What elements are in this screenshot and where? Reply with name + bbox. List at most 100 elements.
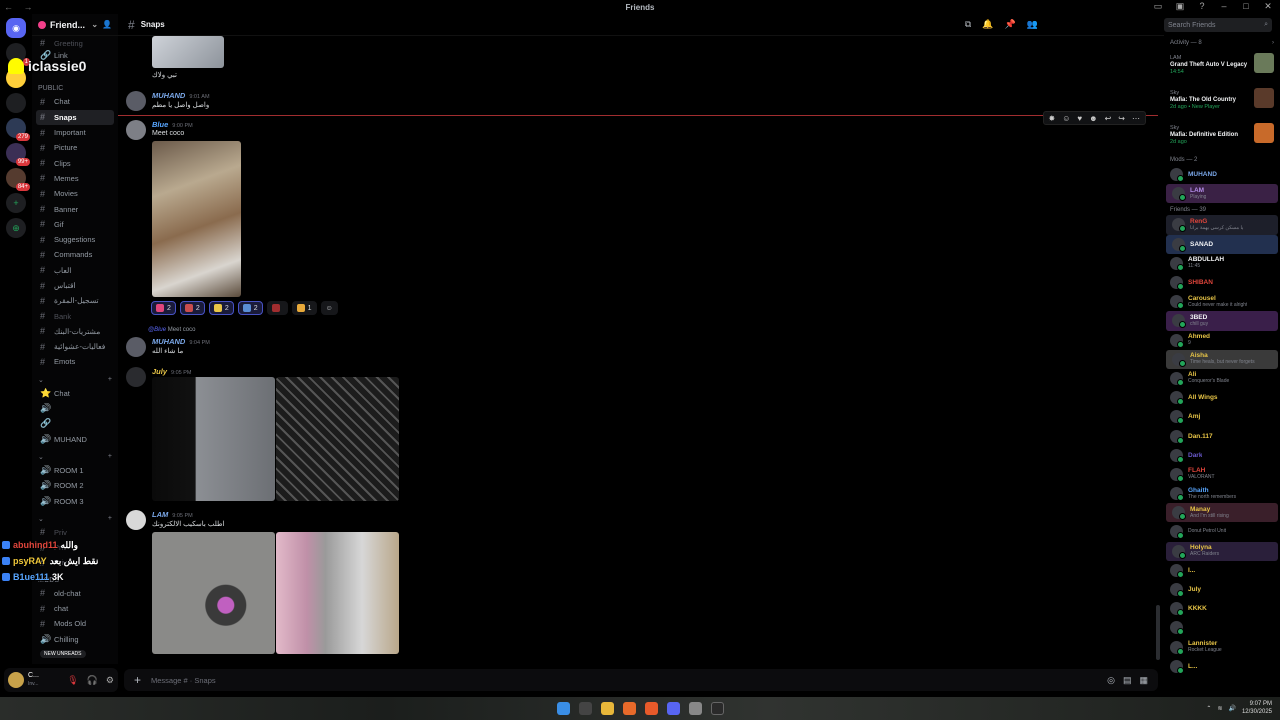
scrollbar[interactable] (1156, 605, 1160, 660)
channel-item[interactable]: # فعاليات-عشوائية (36, 339, 114, 354)
message-author[interactable]: July (152, 367, 167, 376)
emoji-icon[interactable]: ☺ (1062, 114, 1070, 123)
start-icon[interactable] (556, 702, 570, 715)
inbox-icon[interactable]: ▭ (1152, 1, 1164, 12)
member-item[interactable]: Amj (1164, 407, 1280, 426)
search-input[interactable]: Search Friends ⌕ (1164, 18, 1272, 32)
reply-icon[interactable]: ↩ (1105, 114, 1112, 123)
mute-mic-icon[interactable]: 🎙 (67, 675, 78, 686)
heart-icon[interactable]: ♥ (1077, 114, 1082, 123)
member-item[interactable]: FLAH VALORANT (1164, 465, 1280, 484)
channel-item[interactable]: # تسجيل-المقرة (36, 293, 114, 308)
activity-card[interactable]: Sky Mafia: The Old Country 2d ago • New Pl… (1164, 83, 1280, 118)
pin-icon[interactable]: 📌 (1005, 19, 1016, 30)
channel-item[interactable]: # Important (36, 125, 114, 140)
attachment-image[interactable] (152, 36, 224, 68)
sidebar-item-greeting[interactable]: # Greeting (36, 38, 114, 48)
member-item[interactable]: 3BED chill guy (1166, 311, 1278, 331)
activity-card[interactable]: Sky Mafia: Definitive Edition 2d ago (1164, 118, 1280, 153)
member-item[interactable]: All Wings (1164, 388, 1280, 407)
member-item[interactable]: July (1164, 580, 1280, 599)
more-icon[interactable]: ⋯ (1132, 114, 1140, 123)
member-item[interactable]: Aisha Time heals, but never forgets (1166, 349, 1278, 369)
server-icon[interactable]: 99+ (6, 143, 30, 166)
voice-channel[interactable]: 🔊 MUHAND (36, 432, 114, 447)
member-item[interactable]: Donut Petrol Unit (1164, 522, 1280, 541)
mods-channel[interactable]: # old-chat (36, 586, 114, 601)
reaction-pill[interactable]: 2 (151, 301, 176, 315)
category-private[interactable]: ⌄ + (36, 509, 114, 525)
member-item[interactable]: Ali Conqueror's Blade (1164, 369, 1280, 388)
category-voice[interactable]: ⌄ + (36, 370, 114, 386)
gear-icon[interactable]: ⚙ (106, 675, 114, 686)
activity-card[interactable]: LAM Grand Theft Auto V Legacy 14:54 (1164, 48, 1280, 83)
help-icon[interactable]: ? (1196, 1, 1208, 12)
server-icon[interactable]: 84+ (6, 168, 30, 191)
attachment-image[interactable] (276, 377, 399, 501)
reaction-pill[interactable] (266, 301, 288, 315)
channel-item[interactable]: # Gif (36, 217, 114, 232)
gif-icon[interactable]: ▤ (1123, 675, 1132, 686)
voice-channel[interactable]: 🔗 (36, 416, 114, 431)
add-reaction-button[interactable]: ☺ (320, 301, 338, 315)
brave-icon[interactable] (644, 702, 658, 715)
channel-item[interactable]: # Memes (36, 171, 114, 186)
monitor-icon[interactable]: ▣ (1174, 1, 1186, 12)
server-header[interactable]: Friend... ⌄ 👤 (32, 14, 118, 36)
app-icon[interactable] (622, 702, 636, 715)
voice-room[interactable]: 🔊 ROOM 2 (36, 478, 114, 493)
close-icon[interactable]: ✕ (1262, 1, 1274, 12)
voice-channel[interactable]: ⭐ Chat (36, 386, 114, 401)
member-item[interactable]: SANAD (1166, 234, 1278, 254)
channel-item[interactable]: # مشتريات-البنك (36, 324, 114, 339)
discord-home-icon[interactable]: ◉ (6, 18, 26, 38)
channel-item[interactable]: # Bank (36, 308, 114, 323)
mods-channel[interactable]: # chat (36, 601, 114, 616)
avatar[interactable] (126, 367, 146, 387)
channel-item[interactable]: # العاب (36, 263, 114, 278)
nav-arrows[interactable]: ← → (4, 2, 37, 12)
attachment-image[interactable] (276, 532, 399, 654)
folder-icon[interactable] (600, 702, 614, 715)
avatar[interactable] (126, 510, 146, 530)
channel-item[interactable]: # Commands (36, 247, 114, 262)
maximize-icon[interactable]: □ (1240, 1, 1252, 12)
reaction-pill[interactable]: 2 (208, 301, 234, 315)
voice-room[interactable]: 🔊 ROOM 1 (36, 463, 114, 478)
message-author[interactable]: MUHAND (152, 91, 185, 100)
member-item[interactable]: Carousel Could never make it alright (1164, 292, 1280, 311)
bell-icon[interactable]: 🔔 (982, 19, 993, 30)
message-author[interactable]: MUHAND (152, 337, 185, 346)
member-item[interactable]: Dark (1164, 446, 1280, 465)
mods-channel[interactable]: 🔊 Chilling (36, 632, 114, 647)
member-item[interactable]: Holyna ARC Raiders (1166, 541, 1278, 561)
threads-icon[interactable]: ⧉ (965, 19, 971, 30)
channel-item[interactable]: # Movies (36, 186, 114, 201)
member-item[interactable]: Ghaith The north remembers (1164, 484, 1280, 503)
attachment-image-cat[interactable] (152, 141, 241, 297)
member-item[interactable] (1164, 618, 1280, 637)
channel-item[interactable]: # Suggestions (36, 232, 114, 247)
reaction-icon[interactable]: ✸ (1049, 114, 1056, 123)
mods-channel[interactable]: # Mods Old (36, 616, 114, 631)
member-item[interactable]: Manay And I'm still rising (1166, 503, 1278, 523)
reaction-pill[interactable]: 2 (237, 301, 263, 315)
search-icon[interactable] (578, 702, 592, 715)
discord-icon[interactable] (666, 702, 680, 715)
voice-room[interactable]: 🔊 ROOM 3 (36, 493, 114, 508)
category-rooms[interactable]: ⌄ + (36, 447, 114, 463)
avatar[interactable] (126, 337, 146, 357)
member-item[interactable]: ABDULLAH 11:45 (1164, 254, 1280, 273)
app-icon[interactable] (710, 702, 724, 715)
add-friend-icon[interactable]: 👤 (102, 20, 112, 29)
deafen-icon[interactable]: 🎧 (87, 675, 98, 686)
message-author[interactable]: LAM (152, 510, 168, 519)
server-icon[interactable] (6, 93, 26, 113)
server-icon[interactable]: 279 (6, 118, 30, 141)
forward-icon[interactable]: ↪ (1118, 114, 1125, 123)
member-item[interactable]: Dan.117 (1164, 426, 1280, 445)
member-item[interactable]: LAM Playing (1166, 184, 1278, 204)
app-icon[interactable] (688, 702, 702, 715)
gift-icon[interactable]: ◎ (1107, 675, 1115, 686)
member-item[interactable]: SHIBAN (1164, 273, 1280, 292)
